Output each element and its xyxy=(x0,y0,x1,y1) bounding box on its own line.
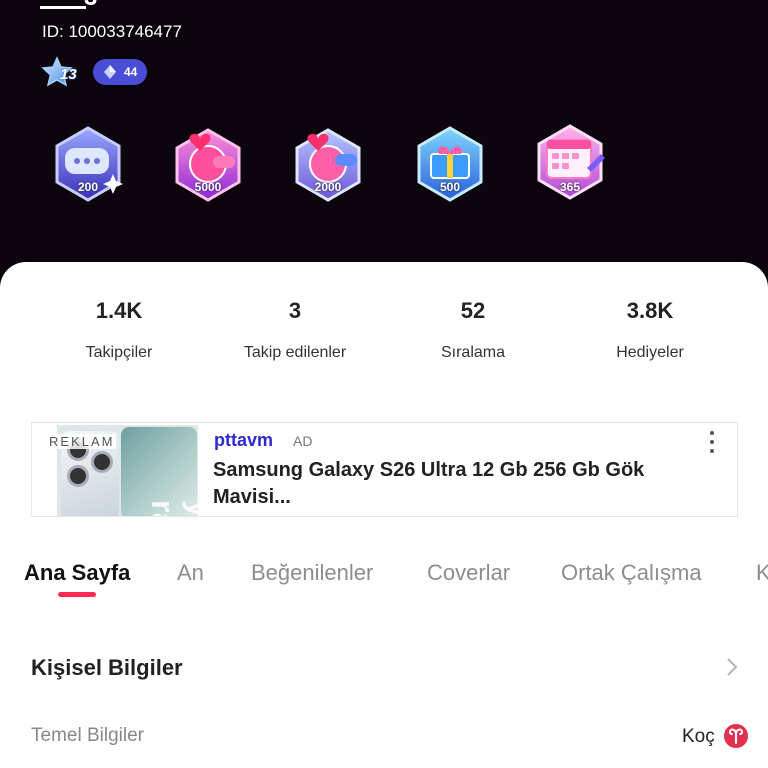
stat-followers[interactable]: 1.4K Takipçiler xyxy=(31,298,207,362)
badge-1-label: 200 xyxy=(77,180,99,194)
badge-1-art xyxy=(55,126,123,202)
level-number: 13 xyxy=(60,66,77,83)
stat-label: Sıralama xyxy=(440,344,506,361)
tab-ana-sayfa[interactable]: Ana Sayfa xyxy=(24,560,130,586)
active-tab-indicator xyxy=(58,592,96,597)
stat-label: Takipçiler xyxy=(85,344,153,361)
stat-value: 1.4K xyxy=(95,298,143,323)
tab-k[interactable]: K xyxy=(756,560,768,586)
more-options-icon[interactable] xyxy=(708,431,716,457)
badge-2-art xyxy=(175,128,241,202)
gift-box-badge-icon[interactable]: 500 xyxy=(409,122,491,208)
profile-header: 3 ID: 100033746477 13 44 200 xyxy=(0,0,768,290)
badge-5-art xyxy=(537,124,605,200)
camera-lens xyxy=(67,465,89,487)
gem-badge[interactable]: 44 xyxy=(93,59,147,85)
stat-value: 3 xyxy=(288,298,302,323)
hearts-hot-badge-icon[interactable]: 5000 xyxy=(167,122,249,208)
stat-following[interactable]: 3 Takip edilenler xyxy=(207,298,383,362)
calendar-badge-icon[interactable]: 365 xyxy=(529,122,611,208)
gem-count: 44 xyxy=(124,65,138,79)
ad-title[interactable]: Samsung Galaxy S26 Ultra 12 Gb 256 Gb Gö… xyxy=(213,457,713,511)
username-text: 3 xyxy=(84,0,97,12)
stat-label: Takip edilenler xyxy=(243,344,347,361)
username: 3 xyxy=(40,0,98,12)
badge-3-art xyxy=(295,128,361,202)
section-title: Kişisel Bilgiler xyxy=(31,655,183,680)
tab-coverlar[interactable]: Coverlar xyxy=(427,560,510,586)
ad-tag: AD xyxy=(293,433,313,449)
camera-lens xyxy=(91,451,113,473)
aries-icon xyxy=(724,724,748,748)
chevron-right-icon[interactable] xyxy=(724,656,740,678)
tab-an[interactable]: An xyxy=(177,560,204,586)
ad-banner[interactable]: y ra REKLAM pttavm AD Samsung Galaxy S26… xyxy=(31,422,738,517)
stat-label: Hediyeler xyxy=(616,344,684,361)
badge-3-label: 2000 xyxy=(314,180,342,194)
tab-ortak-calisma[interactable]: Ortak Çalışma xyxy=(561,560,702,586)
badge-5-label: 365 xyxy=(559,180,581,194)
badge-2-label: 5000 xyxy=(194,180,222,194)
hearts-hot-badge-icon[interactable]: 2000 xyxy=(287,122,369,208)
user-id: ID: 100033746477 xyxy=(42,22,182,41)
diamond-icon xyxy=(104,65,116,79)
phone-front-image: y ra xyxy=(121,427,198,516)
chat-bubble-badge-icon[interactable]: 200 xyxy=(47,122,129,208)
stat-ranking[interactable]: 52 Sıralama xyxy=(385,298,561,362)
badge-4-label: 500 xyxy=(439,180,461,194)
ad-brand[interactable]: pttavm xyxy=(214,430,273,451)
username-underline xyxy=(40,6,86,9)
ad-image-text: y ra xyxy=(145,500,198,516)
stat-value: 52 xyxy=(460,298,486,323)
ad-label: REKLAM xyxy=(47,434,117,449)
level-badge[interactable]: 13 xyxy=(40,56,86,90)
basic-info-label: Temel Bilgiler xyxy=(31,725,144,746)
stat-value: 3.8K xyxy=(626,298,674,323)
tab-begenilenler[interactable]: Beğenilenler xyxy=(251,560,373,586)
stat-gifts[interactable]: 3.8K Hediyeler xyxy=(562,298,738,362)
zodiac-value: Koç xyxy=(682,726,715,747)
badge-4-art xyxy=(417,126,483,202)
